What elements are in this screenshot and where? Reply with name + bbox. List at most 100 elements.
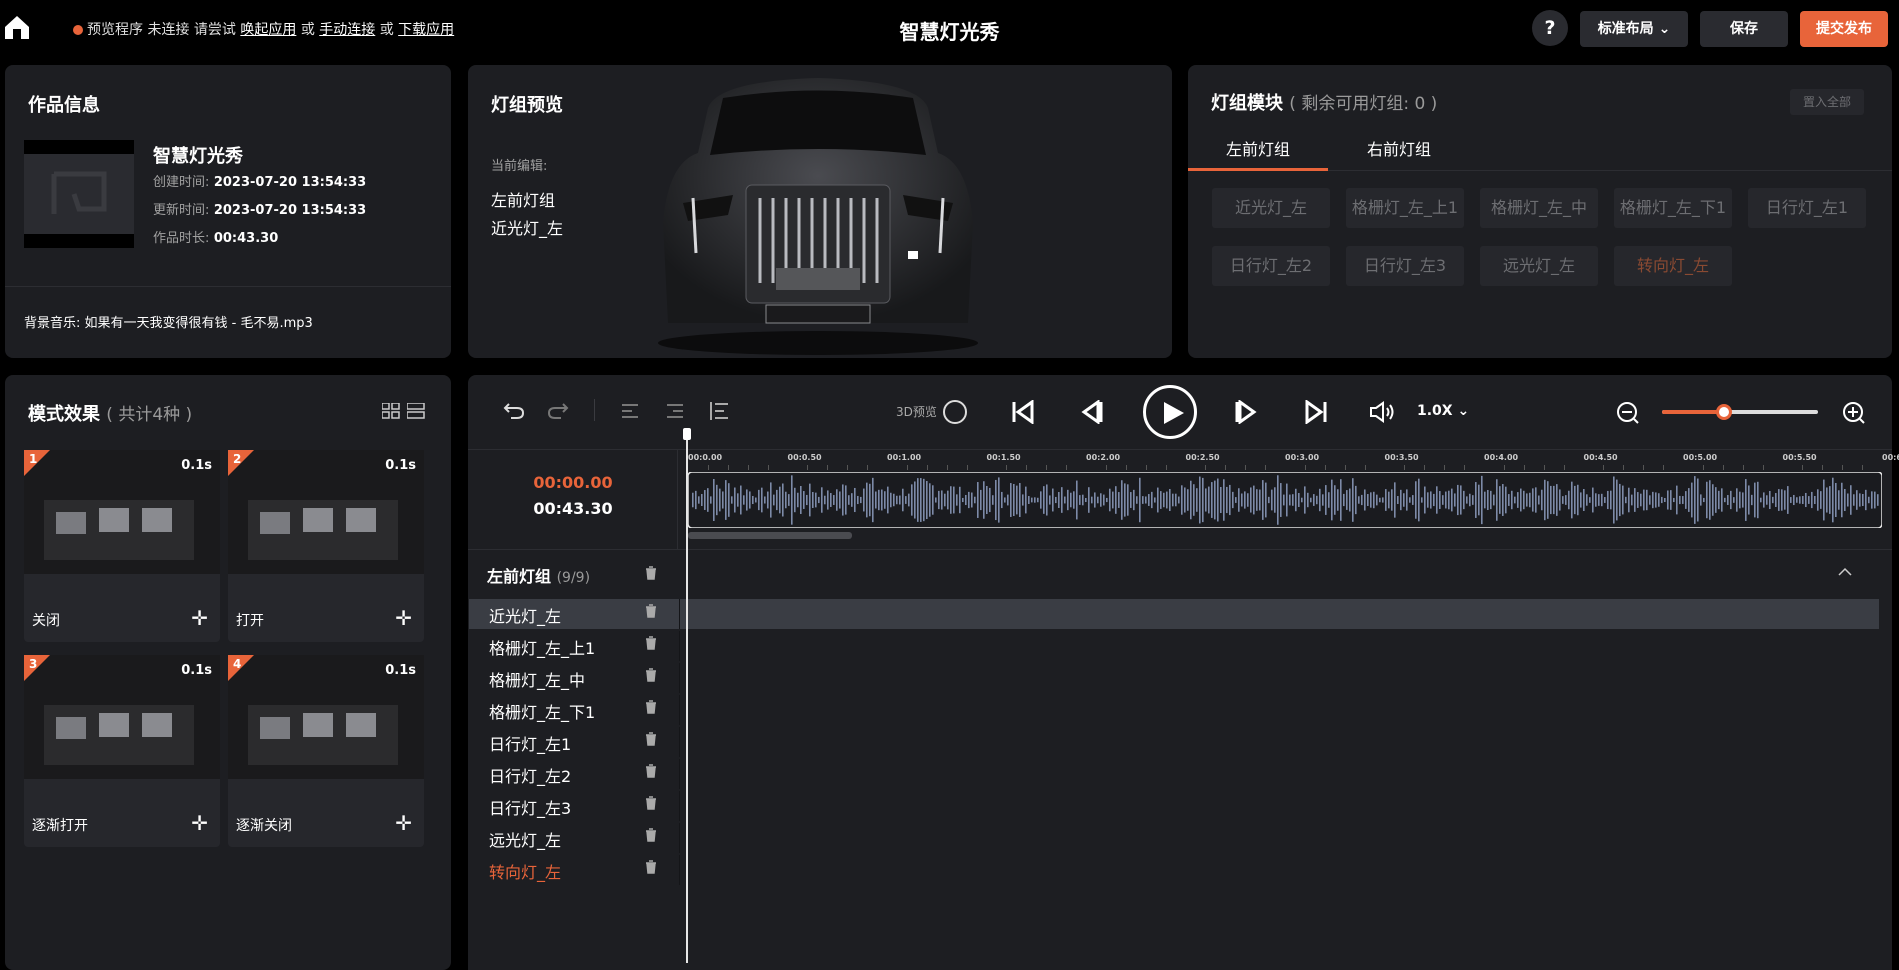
add-effect-icon[interactable]: ✛ xyxy=(191,813,208,833)
step-back-icon[interactable] xyxy=(1078,400,1104,424)
track-row[interactable]: 转向灯_左 xyxy=(469,855,1879,885)
light-chip[interactable]: 格栅灯_左_下1 xyxy=(1614,188,1732,228)
delete-track-icon[interactable] xyxy=(645,700,657,714)
add-effect-icon[interactable]: ✛ xyxy=(395,813,412,833)
delete-track-icon[interactable] xyxy=(645,764,657,778)
waveform-bar xyxy=(959,486,961,514)
zoom-slider-fill xyxy=(1662,410,1725,414)
light-chip[interactable]: 远光灯_左 xyxy=(1480,246,1598,286)
audio-waveform[interactable] xyxy=(688,472,1882,528)
delete-track-icon[interactable] xyxy=(645,668,657,682)
track-lane[interactable] xyxy=(679,695,1879,725)
step-forward-icon[interactable] xyxy=(1234,400,1260,424)
light-chip[interactable]: 近光灯_左 xyxy=(1212,188,1330,228)
waveform-bar xyxy=(1610,490,1612,510)
waveform-bar xyxy=(770,482,772,518)
download-app-link[interactable]: 下载应用 xyxy=(398,22,454,38)
track-lane[interactable] xyxy=(679,759,1879,789)
tab-right-front[interactable]: 右前灯组 xyxy=(1367,136,1431,160)
light-chip[interactable]: 日行灯_左3 xyxy=(1346,246,1464,286)
waveform-bar xyxy=(734,487,736,513)
track-lane[interactable] xyxy=(679,663,1879,693)
waveform-bar xyxy=(1418,478,1420,522)
grid-view-icon[interactable] xyxy=(382,403,400,419)
waveform-bar xyxy=(1592,487,1594,513)
track-lane[interactable] xyxy=(679,631,1879,661)
play-button[interactable] xyxy=(1143,385,1197,439)
undo-icon[interactable] xyxy=(503,400,525,420)
wake-app-link[interactable]: 唤起应用 xyxy=(240,22,296,38)
save-button[interactable]: 保存 xyxy=(1700,11,1788,47)
help-button[interactable]: ? xyxy=(1532,10,1568,46)
waveform-bar xyxy=(947,490,949,510)
playhead[interactable] xyxy=(686,432,688,963)
waveform-bar xyxy=(935,497,937,503)
skip-to-end-icon[interactable] xyxy=(1303,400,1329,424)
delete-track-icon[interactable] xyxy=(645,828,657,842)
delete-track-icon[interactable] xyxy=(645,732,657,746)
track-lane[interactable] xyxy=(679,599,1879,629)
add-effect-icon[interactable]: ✛ xyxy=(191,608,208,628)
preview-3d-toggle[interactable] xyxy=(943,400,967,424)
waveform-bar xyxy=(1181,485,1183,515)
waveform-bar xyxy=(1670,490,1672,510)
track-row[interactable]: 近光灯_左 xyxy=(469,599,1879,629)
track-lane[interactable] xyxy=(679,727,1879,757)
speed-dropdown[interactable]: 1.0X ⌄ xyxy=(1417,403,1469,419)
align-right-icon[interactable] xyxy=(665,402,685,420)
light-chip[interactable]: 日行灯_左2 xyxy=(1212,246,1330,286)
waveform-bar xyxy=(1388,491,1390,509)
track-row[interactable]: 格栅灯_左_下1 xyxy=(469,695,1879,725)
delete-track-icon[interactable] xyxy=(645,796,657,810)
waveform-bar xyxy=(1799,496,1801,504)
track-lane[interactable] xyxy=(679,855,1879,885)
home-icon[interactable] xyxy=(4,14,30,40)
effect-card[interactable]: 1 0.1s 关闭 ✛ xyxy=(24,450,220,642)
zoom-slider-handle[interactable] xyxy=(1716,404,1733,420)
effect-card[interactable]: 2 0.1s 打开 ✛ xyxy=(228,450,424,642)
manual-connect-link[interactable]: 手动连接 xyxy=(319,22,375,38)
waveform-bar xyxy=(1838,490,1840,510)
track-row[interactable]: 远光灯_左 xyxy=(469,823,1879,853)
list-view-icon[interactable] xyxy=(407,403,425,419)
zoom-slider-track[interactable] xyxy=(1662,404,1818,420)
skip-to-start-icon[interactable] xyxy=(1010,400,1036,424)
volume-icon[interactable] xyxy=(1369,401,1397,423)
distribute-icon[interactable] xyxy=(708,400,730,422)
ruler-minor-tick xyxy=(1404,465,1406,470)
publish-button[interactable]: 提交发布 xyxy=(1800,11,1888,47)
collapse-icon[interactable] xyxy=(1838,567,1852,577)
light-chip[interactable]: 格栅灯_左_上1 xyxy=(1346,188,1464,228)
track-row[interactable]: 格栅灯_左_中 xyxy=(469,663,1879,693)
track-lane[interactable] xyxy=(679,823,1879,853)
redo-icon[interactable] xyxy=(547,400,569,420)
delete-group-icon[interactable] xyxy=(645,566,657,580)
editing-label: 当前编辑: xyxy=(491,159,548,174)
waveform-bar xyxy=(1751,494,1753,506)
zoom-in-icon[interactable] xyxy=(1842,401,1866,425)
import-all-button[interactable]: 置入全部 xyxy=(1790,89,1864,115)
timeline-scrollbar[interactable] xyxy=(688,532,852,539)
light-chip[interactable]: 日行灯_左1 xyxy=(1748,188,1866,228)
zoom-out-icon[interactable] xyxy=(1616,401,1640,425)
ruler-minor-tick xyxy=(1205,465,1207,470)
track-row[interactable]: 日行灯_左2 xyxy=(469,759,1879,789)
light-chip[interactable]: 转向灯_左 xyxy=(1614,246,1732,286)
effect-card[interactable]: 4 0.1s 逐渐关闭 ✛ xyxy=(228,655,424,847)
effect-card[interactable]: 3 0.1s 逐渐打开 ✛ xyxy=(24,655,220,847)
track-row[interactable]: 日行灯_左1 xyxy=(469,727,1879,757)
track-lane[interactable] xyxy=(679,791,1879,821)
align-left-icon[interactable] xyxy=(620,402,640,420)
waveform-bar xyxy=(1586,494,1588,506)
waveform-bar xyxy=(839,491,841,509)
delete-track-icon[interactable] xyxy=(645,604,657,618)
delete-track-icon[interactable] xyxy=(645,860,657,874)
layout-dropdown[interactable]: 标准布局 ⌄ xyxy=(1580,11,1688,47)
add-effect-icon[interactable]: ✛ xyxy=(395,608,412,628)
track-row[interactable]: 格栅灯_左_上1 xyxy=(469,631,1879,661)
light-chip[interactable]: 格栅灯_左_中 xyxy=(1480,188,1598,228)
delete-track-icon[interactable] xyxy=(645,636,657,650)
tab-left-front[interactable]: 左前灯组 xyxy=(1226,136,1290,160)
playhead-handle[interactable] xyxy=(683,428,691,440)
track-row[interactable]: 日行灯_左3 xyxy=(469,791,1879,821)
